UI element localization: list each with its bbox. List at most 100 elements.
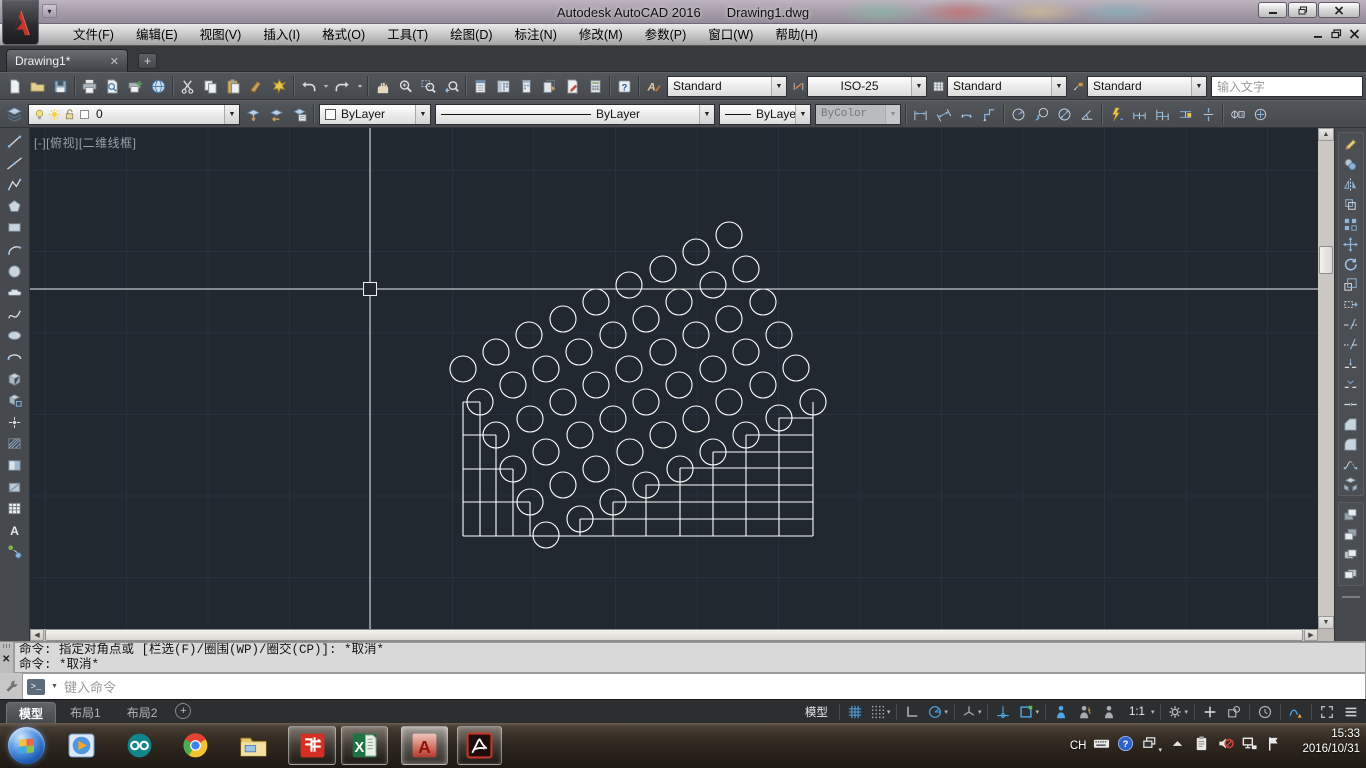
cut-button[interactable] <box>176 75 199 98</box>
ordinate-dim-button[interactable] <box>978 103 1001 126</box>
scroll-right-arrow[interactable]: ▶ <box>1304 629 1318 641</box>
help-tray-icon[interactable]: ? <box>1117 735 1134 757</box>
model-space-button[interactable]: 模型 <box>798 702 835 722</box>
annotation-scale-value[interactable]: 1:1▾ <box>1122 702 1157 722</box>
mleader-style-combo[interactable]: Standard▼ <box>1087 76 1207 97</box>
mtext-button[interactable]: A <box>4 522 26 539</box>
customization-plus-button[interactable] <box>1199 702 1221 722</box>
fillet-button[interactable] <box>1339 434 1363 454</box>
horizontal-scroll-thumb[interactable] <box>45 629 1303 641</box>
help-button[interactable]: ? <box>613 75 636 98</box>
isolate-objects-button[interactable] <box>1223 702 1245 722</box>
baseline-dim-button[interactable] <box>1151 103 1174 126</box>
annotation-visibility-button[interactable] <box>1050 702 1072 722</box>
rotate-button[interactable] <box>1339 254 1363 274</box>
chevron-down-icon[interactable]: ▼ <box>1191 77 1206 96</box>
lineweight-combo[interactable]: ByLayer ▼ <box>719 104 811 125</box>
quick-dim-button[interactable] <box>1105 103 1128 126</box>
hidden-icons-button[interactable] <box>1169 735 1186 757</box>
batch-plot-button[interactable] <box>124 75 147 98</box>
snap-mode-button[interactable]: ▾ <box>868 702 893 722</box>
command-panel-grip[interactable]: ✕ <box>0 642 14 673</box>
copy-button[interactable] <box>1339 154 1363 174</box>
send-below-button[interactable] <box>1339 564 1363 584</box>
window-tray-icon[interactable]: ▾ <box>1141 735 1162 757</box>
minimize-button[interactable] <box>1258 2 1287 18</box>
taskbar-clock[interactable]: 15:33 2016/10/31 <box>1284 727 1364 757</box>
bring-above-button[interactable] <box>1339 544 1363 564</box>
ortho-button[interactable] <box>901 702 923 722</box>
sheet-set-button[interactable] <box>538 75 561 98</box>
zoom-realtime-button[interactable] <box>394 75 417 98</box>
action-center-tray-icon[interactable] <box>1265 735 1282 757</box>
tab-close-icon[interactable]: ✕ <box>110 55 119 68</box>
match-properties-button[interactable] <box>245 75 268 98</box>
extend-button[interactable] <box>1339 334 1363 354</box>
spline-button[interactable] <box>4 306 26 323</box>
jogged-dim-button[interactable] <box>1030 103 1053 126</box>
blend-curves-button[interactable] <box>1339 454 1363 474</box>
autocad-taskbar-button[interactable]: A <box>401 726 448 765</box>
menu-f[interactable]: 文件(F) <box>62 24 125 46</box>
chrome-taskbar-icon[interactable] <box>178 726 212 765</box>
menu-v[interactable]: 视图(V) <box>189 24 253 46</box>
open-file-button[interactable] <box>26 75 49 98</box>
chevron-down-icon[interactable]: ▼ <box>911 77 926 96</box>
layer-on-bulb-icon[interactable] <box>33 108 46 121</box>
linear-dim-button[interactable] <box>909 103 932 126</box>
polygon-button[interactable] <box>4 198 26 215</box>
polar-tracking-button[interactable]: ▾ <box>925 702 950 722</box>
redo-button[interactable] <box>331 75 354 98</box>
menu-p[interactable]: 参数(P) <box>634 24 698 46</box>
diameter-dim-button[interactable] <box>1053 103 1076 126</box>
layer-previous-button[interactable] <box>265 103 288 126</box>
scroll-down-arrow[interactable]: ▼ <box>1318 616 1334 629</box>
toolbar-drag-handle[interactable] <box>1342 596 1360 598</box>
dim-style-combo[interactable]: ISO-25▼ <box>807 76 927 97</box>
title-bar[interactable]: Autodesk AutoCAD 2016 Drawing1.dwg <box>0 0 1366 24</box>
drawing-canvas[interactable]: [-][俯视][二维线框] <box>30 128 1318 629</box>
center-mark-button[interactable] <box>1249 103 1272 126</box>
new-tab-button[interactable]: + <box>138 53 157 69</box>
point-style-button[interactable] <box>4 543 26 560</box>
restore-button[interactable] <box>1288 2 1317 18</box>
command-close-icon[interactable]: ✕ <box>2 654 10 665</box>
chevron-down-icon[interactable]: ▼ <box>795 105 810 124</box>
pan-button[interactable] <box>371 75 394 98</box>
insert-block-button[interactable] <box>4 371 26 388</box>
clipboard-tray-icon[interactable] <box>1193 735 1210 757</box>
designcenter-button[interactable] <box>492 75 515 98</box>
menu-m[interactable]: 修改(M) <box>568 24 634 46</box>
line-button[interactable] <box>4 133 26 150</box>
layer-properties-button[interactable] <box>3 103 26 126</box>
arc-length-dim-button[interactable] <box>955 103 978 126</box>
tarch-cad-taskbar-button[interactable] <box>288 726 336 765</box>
keyboard-layout-tray-icon[interactable] <box>1093 735 1110 757</box>
make-object-layer-current-button[interactable] <box>242 103 265 126</box>
annotation-autoscale-button[interactable] <box>1074 702 1096 722</box>
file-explorer-taskbar-icon[interactable] <box>236 726 270 765</box>
bring-to-front-button[interactable] <box>1339 504 1363 524</box>
workspace-switching-button[interactable]: ▾ <box>1165 702 1190 722</box>
array-button[interactable] <box>1339 214 1363 234</box>
vertical-scrollbar[interactable]: ▲ ▼ <box>1318 128 1334 629</box>
annotation-scale-button[interactable] <box>1098 702 1120 722</box>
chevron-down-icon[interactable]: ▼ <box>771 77 786 96</box>
close-button[interactable] <box>1318 2 1360 18</box>
layer-lock-icon[interactable] <box>63 108 76 121</box>
menu-i[interactable]: 插入(I) <box>252 24 311 46</box>
language-indicator[interactable]: CH <box>1070 740 1087 752</box>
clean-screen-button[interactable] <box>1316 702 1338 722</box>
isodraft-button[interactable]: ▾ <box>959 702 984 722</box>
chevron-down-icon[interactable]: ▼ <box>699 105 714 124</box>
media-player-taskbar-icon[interactable] <box>64 726 98 765</box>
qat-dropdown-button[interactable]: ▾ <box>42 4 57 18</box>
object-color-combo[interactable]: ByLayer ▼ <box>319 104 431 125</box>
linetype-combo[interactable]: ByLayer ▼ <box>435 104 715 125</box>
chevron-down-icon[interactable]: ▾ <box>1151 708 1155 716</box>
graphics-performance-button[interactable] <box>1285 702 1307 722</box>
mdi-close-button[interactable] <box>1349 26 1360 44</box>
horizontal-scrollbar[interactable]: ◀ ▶ <box>30 629 1318 641</box>
volume-muted-tray-icon[interactable] <box>1217 735 1234 757</box>
markup-set-button[interactable] <box>561 75 584 98</box>
